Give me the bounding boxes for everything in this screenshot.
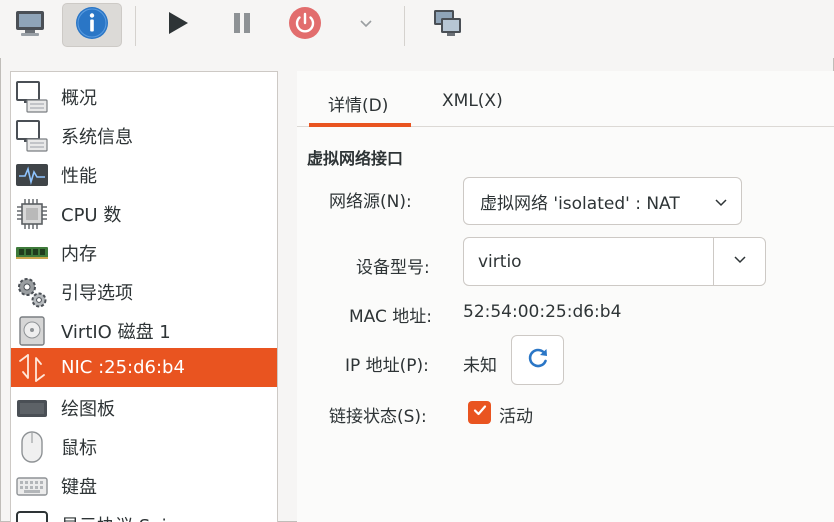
tablet-icon [14,390,50,426]
sidebar-item-label: 绘图板 [61,398,115,420]
sidebar-item-tablet[interactable]: 绘图板 [11,388,277,427]
sidebar-item-mouse[interactable]: 鼠标 [11,427,277,466]
tab-xml[interactable]: XML(X) [442,91,503,111]
network-source-label: 网络源(N): [329,192,412,212]
sidebar-item-nic[interactable]: NIC :25:d6:b4 [11,348,277,387]
fullscreen-button[interactable] [417,3,477,47]
tab-details[interactable]: 详情(D) [328,91,388,116]
link-state-label: 链接状态(S): [329,407,427,427]
chevron-down-icon [713,194,729,215]
sidebar-item-display-spice[interactable]: 显示协议 Spice [11,505,277,522]
tab-bar: 详情(D) XML(X) [297,71,834,127]
network-source-value: 虚拟网络 'isolated' : NAT [480,193,680,214]
system-monitor-icon [14,118,50,154]
sidebar-item-virtio-disk[interactable]: VirtIO 磁盘 1 [11,311,277,350]
network-icon [14,350,50,386]
power-icon [288,6,322,45]
device-model-value[interactable]: virtio [478,252,522,272]
sidebar-item-label: 性能 [61,165,97,187]
screens-icon [430,7,464,44]
pause-button[interactable] [212,3,272,47]
device-model-label: 设备型号: [356,258,430,278]
overview-monitor-icon [14,79,50,115]
display-icon [14,507,50,522]
mouse-icon [14,429,50,465]
mac-address-label: MAC 地址: [349,307,432,327]
sidebar-item-label: VirtIO 磁盘 1 [61,321,171,343]
details-panel: 详情(D) XML(X) 虚拟网络接口 网络源(N): 虚拟网络 'isolat… [297,71,834,522]
refresh-icon [526,346,550,375]
sidebar-item-performance[interactable]: 性能 [11,155,277,194]
sidebar-item-keyboard[interactable]: 键盘 [11,466,277,505]
memory-module-icon [14,235,50,271]
chevron-down-icon [732,251,748,272]
sidebar-item-memory[interactable]: 内存 [11,233,277,272]
details-view-button[interactable] [62,3,122,47]
run-button[interactable] [148,3,208,47]
sidebar-item-cpus[interactable]: CPU 数 [11,194,277,233]
toolbar [0,0,834,58]
sidebar-item-label: 鼠标 [61,437,97,459]
chevron-down-icon [358,15,374,36]
sidebar-item-label: CPU 数 [61,204,122,226]
sidebar-item-label: 引导选项 [61,282,133,304]
sidebar-item-label: NIC :25:d6:b4 [61,357,185,378]
performance-graph-icon [14,157,50,193]
link-state-checkbox-label[interactable]: 活动 [499,402,533,427]
toolbar-separator [135,6,136,46]
pause-icon [229,10,255,41]
sidebar-item-label: 概况 [61,87,97,109]
monitor-icon [13,8,47,43]
link-state-checkbox[interactable] [468,401,491,424]
sidebar-item-system-info[interactable]: 系统信息 [11,116,277,155]
disk-icon [14,313,50,349]
network-source-select[interactable]: 虚拟网络 'isolated' : NAT [463,177,742,225]
shutdown-button[interactable] [275,3,335,47]
refresh-ip-button[interactable] [511,335,564,385]
toolbar-separator [404,6,405,46]
info-icon [74,5,110,46]
active-tab-indicator [309,123,411,127]
sidebar-item-overview[interactable]: 概况 [11,77,277,116]
device-model-combobox[interactable]: virtio [463,237,766,286]
shutdown-menu-button[interactable] [336,3,396,47]
device-model-dropdown-button[interactable] [713,238,765,285]
cpu-chip-icon [14,196,50,232]
gears-icon [14,274,50,310]
sidebar-item-label: 系统信息 [61,126,133,148]
console-view-button[interactable] [0,3,60,47]
sidebar-item-label: 键盘 [61,476,97,498]
section-title: 虚拟网络接口 [307,149,404,168]
sidebar-item-boot-options[interactable]: 引导选项 [11,272,277,311]
mac-address-value: 52:54:00:25:d6:b4 [463,302,622,322]
sidebar-item-label: 显示协议 Spice [61,512,188,522]
ip-address-value: 未知 [463,356,497,376]
sidebar-item-label: 内存 [61,243,97,265]
ip-address-label: IP 地址(P): [345,356,429,376]
checkmark-icon [472,402,488,423]
keyboard-icon [14,468,50,504]
hardware-list: 概况 系统信息 性能 CPU 数 内存 引导选项 VirtIO 磁盘 1 NIC… [10,71,278,522]
play-icon [165,10,191,41]
